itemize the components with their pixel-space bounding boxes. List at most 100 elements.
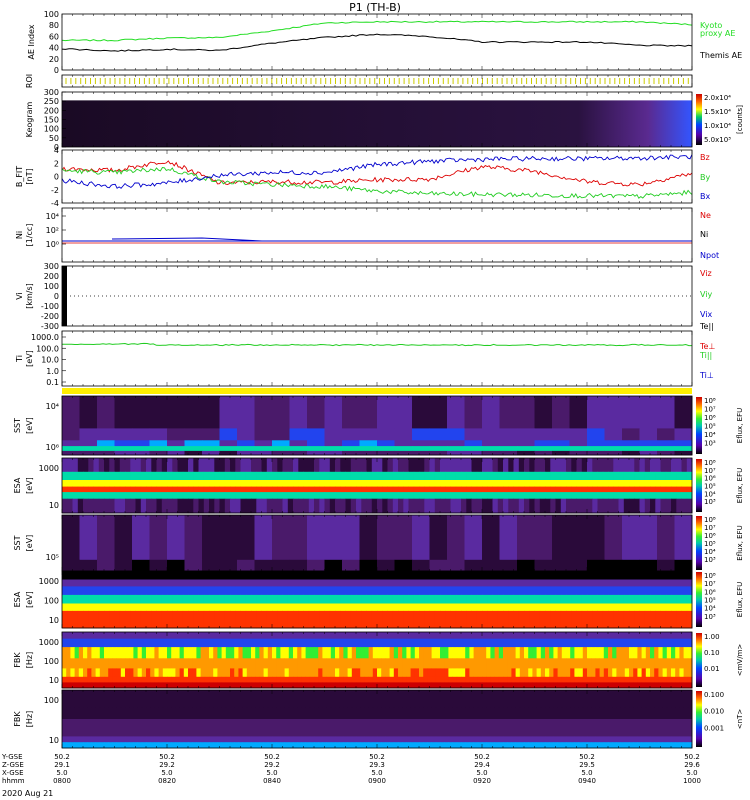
spectrogram-cell [234, 647, 239, 659]
spectrogram-cell [230, 603, 236, 612]
spectrogram-cell [108, 742, 113, 749]
spectrogram-cell [482, 471, 488, 481]
spectrogram-cell [297, 736, 302, 743]
spectrogram-cell [238, 668, 243, 678]
spectrogram-cell [608, 571, 614, 580]
spectrogram-cell [183, 638, 189, 648]
spectrogram-cell [534, 610, 541, 629]
spectrogram-cell [150, 632, 155, 640]
spectrogram-cell [347, 736, 353, 743]
spectrogram-cell [99, 638, 105, 648]
spectrogram-cell [318, 736, 323, 743]
spectrogram-cell [298, 471, 304, 481]
spectrogram-cell [655, 486, 661, 493]
spectrogram-cell [612, 736, 617, 743]
spectrogram-cell [637, 676, 642, 683]
spectrogram-cell [235, 579, 241, 587]
spectrogram-cell [471, 603, 478, 612]
spectrogram-cell [146, 647, 151, 659]
spectrogram-cell [301, 719, 306, 737]
spectrogram-cell [183, 707, 189, 720]
spectrogram-cell [517, 446, 535, 452]
spectrogram-cell [240, 486, 247, 493]
spectrogram-cell [183, 682, 189, 689]
spectrogram-cell [156, 486, 163, 493]
spectrogram-cell [382, 498, 388, 514]
spectrogram-cell [95, 736, 101, 743]
spectrogram-cell [455, 603, 462, 612]
spectrogram-cell [314, 736, 319, 743]
spectrogram-cell [172, 603, 178, 612]
spectrogram-cell [450, 579, 457, 587]
spectrogram-cell [393, 668, 399, 678]
spectrogram-cell [314, 632, 319, 640]
spectrogram-cell [151, 486, 157, 493]
spectrogram-cell [582, 690, 588, 708]
spectrogram-cell [424, 594, 430, 604]
spectrogram-cell [603, 676, 609, 683]
spectrogram-cell [622, 396, 640, 429]
spectrogram-cell [408, 498, 415, 514]
spectrogram-cell [634, 603, 640, 612]
spectrogram-cell [184, 428, 203, 441]
spectrogram-cell [95, 682, 101, 689]
spectrogram-cell [604, 515, 623, 561]
spectrogram-cell [431, 707, 437, 720]
spectrogram-cell [393, 736, 399, 743]
spectrogram-cell [251, 719, 256, 737]
spectrogram-cell [277, 498, 283, 514]
spectrogram-cell [674, 396, 693, 429]
spectrogram-cell [597, 579, 604, 587]
spectrogram-cell [288, 742, 294, 749]
spectrogram-cell [557, 719, 563, 737]
spectrogram-cell [599, 668, 605, 678]
spectrogram-cell [74, 682, 80, 689]
spectrogram-cell [301, 647, 306, 659]
spectrogram-cell [120, 638, 126, 648]
spectrogram-cell [402, 736, 407, 743]
spectrogram-cell [188, 647, 193, 659]
spectrogram-cell [242, 676, 248, 683]
spectrogram-cell [398, 458, 404, 473]
spectrogram-cell [237, 446, 255, 452]
spectrogram-cell [146, 707, 151, 720]
spectrogram-cell [545, 719, 550, 737]
spectrogram-cell [608, 458, 614, 473]
spectrogram-cell [314, 498, 320, 514]
spectrogram-cell [681, 492, 688, 500]
spectrogram-cell [74, 647, 80, 659]
spectrogram-cell [288, 638, 294, 648]
spectrogram-cell [592, 586, 598, 596]
spectrogram-cell [288, 632, 294, 640]
spectrogram-cell [616, 668, 621, 678]
spectrogram-cell [444, 682, 449, 689]
spectrogram-cell [508, 486, 514, 493]
spectrogram-cell [398, 480, 404, 487]
spectrogram-cell [597, 480, 604, 487]
spectrogram-cell [72, 492, 79, 500]
spectrogram-cell [644, 603, 651, 612]
spectrogram-cell [280, 638, 285, 648]
spectrogram-cell [394, 559, 413, 572]
spectrogram-cell [314, 480, 320, 487]
spectrogram-cell [465, 658, 470, 669]
spectrogram-cell [513, 492, 520, 500]
spectrogram-cell [393, 742, 399, 749]
spectrogram-cell [109, 492, 115, 500]
spectrogram-cell [466, 498, 472, 514]
spectrogram-cell [308, 480, 315, 487]
spectrogram-cell [477, 682, 483, 689]
spectrogram-cell [412, 428, 430, 441]
spectrogram-cell [464, 559, 483, 572]
spectrogram-cell [335, 498, 341, 514]
spectrogram-cell [298, 458, 304, 473]
spectrogram-cell [371, 603, 378, 612]
spectrogram-cell [209, 668, 214, 678]
spectrogram-cell [429, 603, 436, 612]
spectrogram-cell [188, 603, 194, 612]
spectrogram-cell [339, 632, 344, 640]
spectrogram-cell [251, 579, 257, 587]
spectrogram-cell [645, 719, 651, 737]
spectrogram-cell [452, 682, 458, 689]
spectrogram-cell [616, 719, 621, 737]
